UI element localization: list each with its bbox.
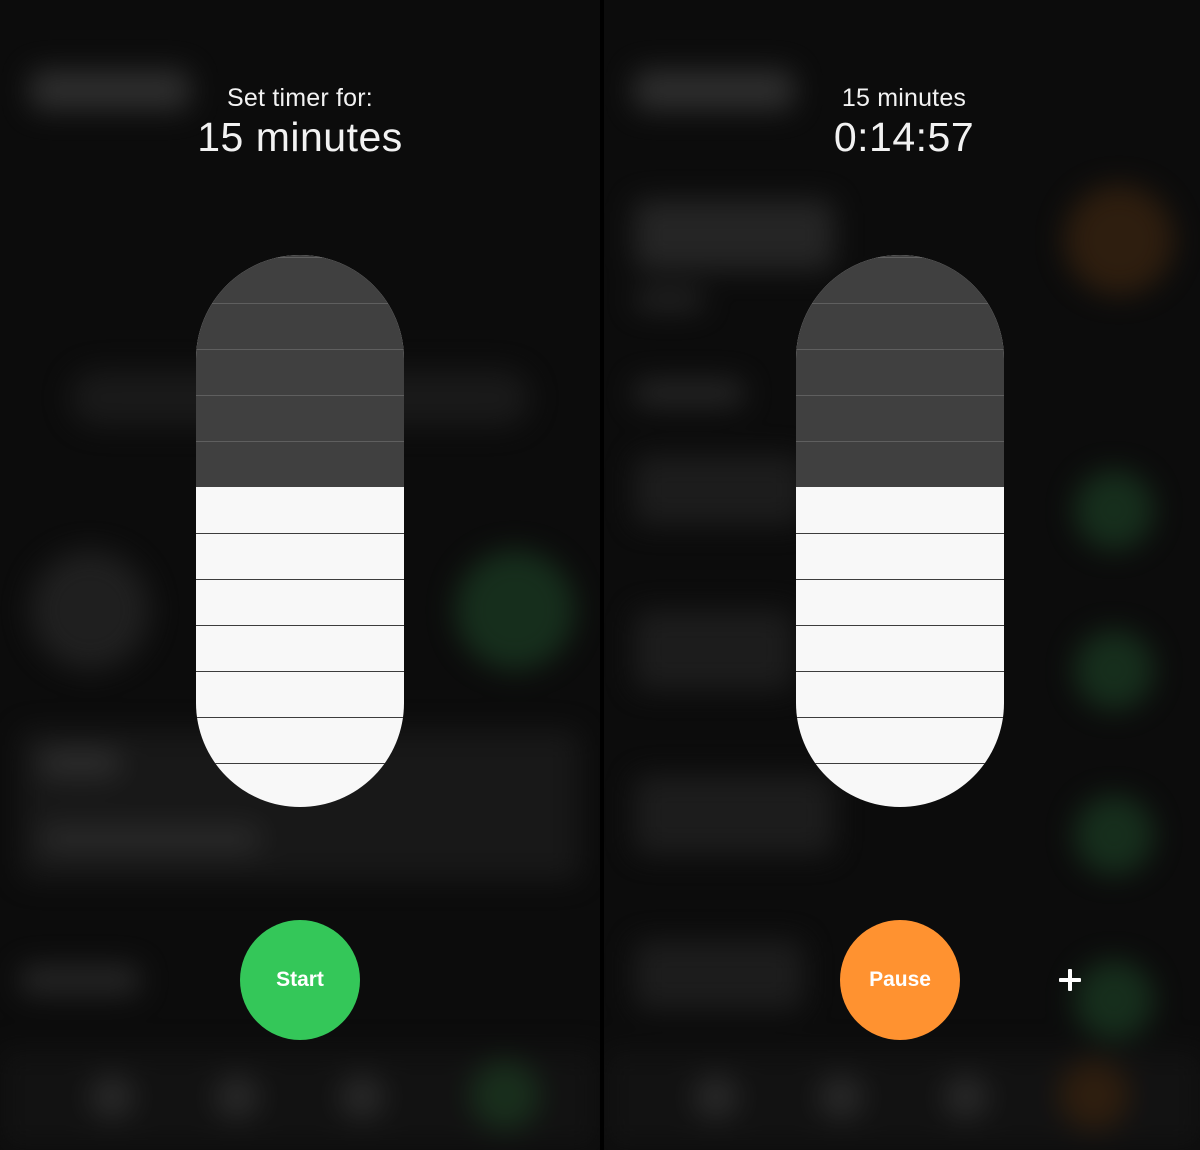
slider-segment-line [196,303,404,304]
slider-segment-line [196,395,404,396]
slider-segment-line [196,579,404,580]
start-button[interactable]: Start [240,920,360,1040]
duration-slider[interactable] [196,255,404,807]
time-remaining: 0:14:57 [833,114,975,160]
slider-segment-line [796,533,1004,534]
slider-segment-line [196,349,404,350]
slider-segment-line [796,395,1004,396]
running-timer-panel: 15 minutes 0:14:57 Pause [600,0,1200,1150]
set-timer-panel: Set timer for: 15 minutes Start [0,0,600,1150]
slider-empty-portion [796,255,1004,487]
slider-segment-line [196,671,404,672]
slider-empty-portion [196,255,404,487]
slider-segment-line [196,257,404,258]
timer-screens: Set timer for: 15 minutes Start 15 minut… [0,0,1200,1150]
progress-slider[interactable] [796,255,1004,807]
slider-segment-line [796,625,1004,626]
slider-segment-line [796,717,1004,718]
slider-segment-line [796,441,1004,442]
slider-segment-line [196,533,404,534]
slider-segment-line [196,717,404,718]
add-time-button[interactable] [1048,958,1092,1002]
slider-segment-line [796,671,1004,672]
slider-segment-line [796,579,1004,580]
slider-segment-line [796,763,1004,764]
pause-button[interactable]: Pause [840,920,960,1040]
set-timer-caption: Set timer for: [227,84,373,112]
slider-segment-line [796,349,1004,350]
plus-icon [1059,969,1081,991]
timer-length-caption: 15 minutes [841,84,967,112]
slider-segment-line [796,257,1004,258]
slider-segment-line [196,441,404,442]
slider-segment-line [196,763,404,764]
slider-segment-line [796,303,1004,304]
timer-duration: 15 minutes [197,114,403,160]
slider-segment-line [196,625,404,626]
